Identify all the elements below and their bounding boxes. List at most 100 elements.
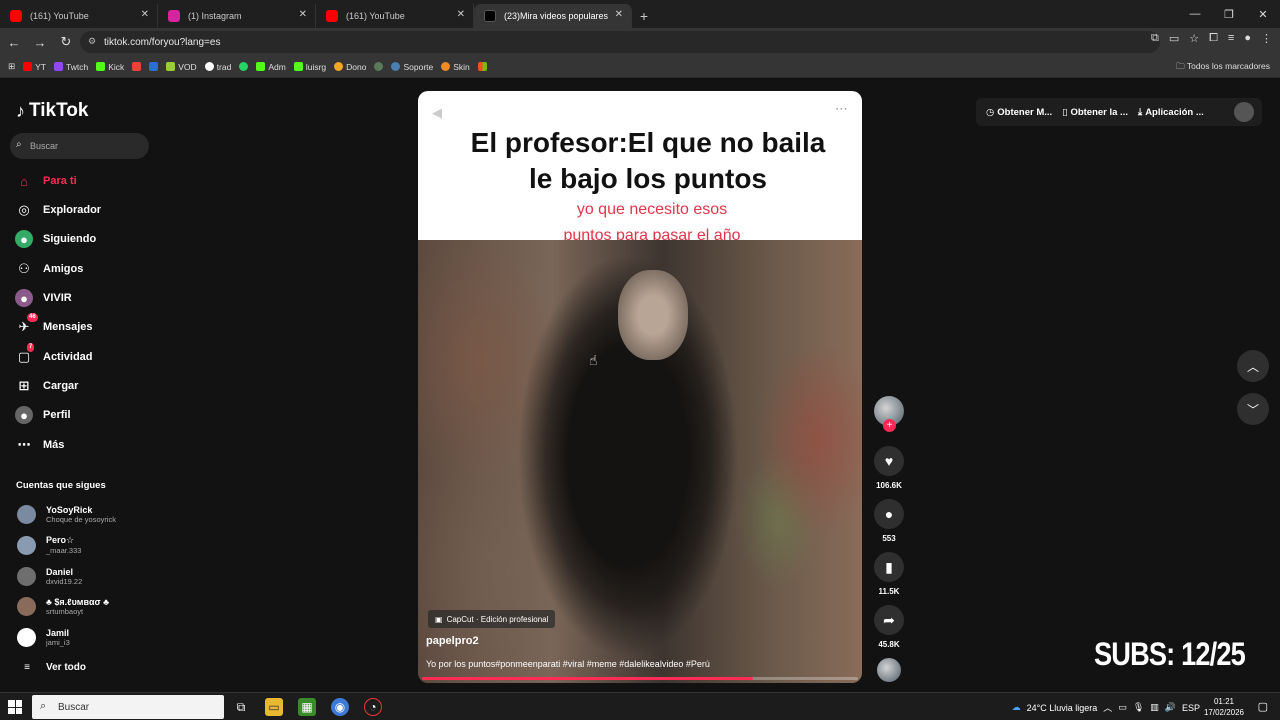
bookmark-trad[interactable]: trad: [204, 62, 231, 72]
tab-search-icon[interactable]: ≡: [1228, 32, 1234, 45]
url-input[interactable]: ⚙ tiktok.com/foryou?lang=es: [80, 31, 1160, 53]
bookmark-gmail[interactable]: [132, 62, 142, 71]
bookmark-skin[interactable]: Skin: [441, 62, 470, 72]
desktop-app-button[interactable]: ⤓ Aplicación ...: [1138, 107, 1204, 118]
nav-para-ti[interactable]: ⌂ Para ti: [15, 171, 77, 191]
cast-icon[interactable]: ▭: [1169, 32, 1179, 45]
user-avatar[interactable]: [1234, 102, 1254, 122]
nav-explorador[interactable]: ◎ Explorador: [15, 200, 101, 220]
account-item[interactable]: Daniel dxvid19.22: [17, 564, 82, 588]
tiktok-logo[interactable]: ♪ TikTok: [16, 100, 88, 122]
tab-tiktok[interactable]: (23)Mira videos populares sele ✕: [474, 4, 632, 28]
app-icon[interactable]: ◔: [364, 698, 382, 716]
file-explorer-icon[interactable]: ▭: [265, 698, 283, 716]
video-progress-bar[interactable]: [422, 677, 858, 680]
music-disc[interactable]: [877, 658, 901, 682]
reload-icon[interactable]: ↻: [54, 30, 78, 54]
close-icon[interactable]: ✕: [457, 9, 465, 20]
nav-perfil[interactable]: ● Perfil: [15, 405, 71, 425]
close-icon[interactable]: ✕: [615, 9, 623, 20]
maximize-icon[interactable]: ❐: [1212, 0, 1246, 28]
language-indicator[interactable]: ESP: [1182, 703, 1200, 713]
volume-icon[interactable]: ◀: [432, 105, 442, 121]
search-input[interactable]: ⌕ Buscar: [10, 133, 149, 159]
more-options-icon[interactable]: ⋯: [835, 101, 848, 117]
site-info-icon[interactable]: ⚙: [88, 36, 96, 47]
weather-text[interactable]: 24°C Lluvia ligera: [1027, 703, 1098, 713]
see-all-label: Ver todo: [46, 661, 87, 673]
url-text: tiktok.com/foryou?lang=es: [104, 36, 221, 48]
close-icon[interactable]: ✕: [299, 9, 307, 20]
bookmark-yt[interactable]: YT: [23, 62, 46, 72]
bookmark-soporte[interactable]: Soporte: [391, 62, 433, 72]
comment-button[interactable]: ●: [874, 499, 904, 529]
extensions-icon[interactable]: ⧠: [1209, 32, 1218, 45]
windows-start-icon[interactable]: [8, 700, 22, 714]
translate-icon[interactable]: ⧉: [1151, 32, 1159, 45]
all-bookmarks[interactable]: 🗀 Todos los marcadores: [1176, 61, 1270, 75]
youtube-icon: [23, 62, 33, 71]
account-item[interactable]: Jamil jami_i3: [17, 625, 70, 649]
tab-youtube-1[interactable]: (161) YouTube ✕: [0, 4, 158, 28]
bookmark-xbox[interactable]: [374, 62, 384, 71]
tray-chevron-icon[interactable]: ︿: [1103, 701, 1112, 714]
bookmark-microsoft[interactable]: [477, 62, 487, 71]
menu-icon[interactable]: ⋮: [1261, 32, 1272, 45]
share-button[interactable]: ➦: [874, 605, 904, 635]
network-icon[interactable]: ▥: [1150, 702, 1159, 713]
nav-mas[interactable]: ⋯ Más: [15, 435, 65, 455]
back-icon[interactable]: ←: [2, 30, 26, 54]
microphone-icon[interactable]: 🎙: [1133, 702, 1144, 713]
activity-badge: 7: [27, 343, 35, 352]
like-button[interactable]: ♥: [874, 446, 904, 476]
minimize-icon[interactable]: —: [1178, 0, 1212, 28]
nav-siguiendo[interactable]: ● Siguiendo: [15, 229, 96, 249]
see-all-link[interactable]: ≡ Ver todo: [18, 657, 86, 677]
save-button[interactable]: ▮: [874, 552, 904, 582]
get-app-button[interactable]: ▯ Obtener la ...: [1062, 107, 1128, 118]
apps-icon[interactable]: ⊞: [8, 61, 15, 72]
tab-instagram[interactable]: (1) Instagram ✕: [158, 4, 316, 28]
bookmark-dono[interactable]: Dono: [334, 62, 366, 72]
nav-vivir[interactable]: ● VIVIR: [15, 288, 72, 308]
bookmark-kick[interactable]: Kick: [96, 62, 124, 72]
clock[interactable]: 01:21 17/02/2026: [1204, 696, 1244, 718]
account-item[interactable]: Pero☆ _maar.333: [17, 533, 81, 557]
capcut-tag[interactable]: ▣ CapCut · Edición profesional: [428, 610, 556, 628]
video-author[interactable]: papelpro2: [426, 635, 479, 647]
creator-avatar[interactable]: +: [874, 396, 904, 432]
bookmark-vod[interactable]: VOD: [166, 62, 197, 72]
bookmark-star-icon[interactable]: ☆: [1189, 32, 1199, 45]
minecraft-icon[interactable]: ▦: [298, 698, 316, 716]
video-player[interactable]: El profesor:El que no baila le bajo los …: [418, 91, 862, 683]
nav-actividad[interactable]: ▢ 7 Actividad: [15, 343, 93, 367]
bookmark-luisrg[interactable]: luisrg: [293, 62, 326, 72]
taskbar-search-input[interactable]: ⌕ Buscar: [32, 695, 224, 719]
volume-icon[interactable]: 🔊: [1165, 702, 1176, 713]
xbox-icon: [374, 62, 384, 71]
next-video-button[interactable]: ﹀: [1237, 393, 1269, 425]
bookmark-app[interactable]: [149, 62, 159, 71]
battery-icon[interactable]: ▭: [1118, 702, 1127, 713]
chrome-icon[interactable]: ◉: [331, 698, 349, 716]
forward-icon[interactable]: →: [28, 30, 52, 54]
task-view-icon[interactable]: ⧉: [232, 698, 250, 716]
bookmark-twitch[interactable]: Twtch: [54, 62, 88, 72]
account-item[interactable]: ♣ $я.ℓυмвασ ♣ srtumbaoyt: [17, 594, 109, 618]
nav-mensajes[interactable]: ✈ 46 Mensajes: [15, 313, 93, 337]
tab-youtube-2[interactable]: (161) YouTube ✕: [316, 4, 474, 28]
weather-icon: ☁: [1011, 702, 1021, 712]
profile-avatar[interactable]: ●: [1244, 32, 1251, 45]
notifications-icon[interactable]: ▢: [1258, 700, 1268, 713]
close-icon[interactable]: ✕: [141, 9, 149, 20]
bookmark-adm[interactable]: Adm: [256, 62, 286, 72]
new-tab-button[interactable]: +: [632, 4, 656, 28]
nav-amigos[interactable]: ⚇ Amigos: [15, 259, 83, 279]
nav-cargar[interactable]: ⊞ Cargar: [15, 376, 79, 396]
follow-plus-icon[interactable]: +: [883, 419, 896, 432]
bookmark-whatsapp[interactable]: [239, 62, 249, 71]
account-item[interactable]: YoSoyRick Choque de yosoyrick: [17, 502, 116, 526]
get-coins-button[interactable]: ◷ Obtener M...: [986, 107, 1052, 118]
previous-video-button[interactable]: ︿: [1237, 350, 1269, 382]
close-window-icon[interactable]: ✕: [1246, 0, 1280, 28]
